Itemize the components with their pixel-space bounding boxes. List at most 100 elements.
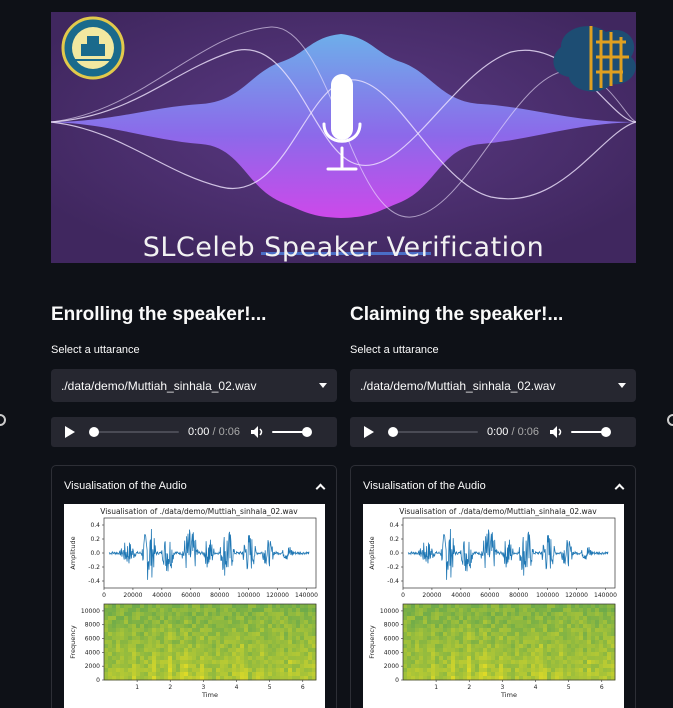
enroll-time-display: 0:00 / 0:06 xyxy=(188,426,240,438)
y-tick-label: 6000 xyxy=(384,636,399,643)
x-tick-label: 0 xyxy=(102,592,106,599)
x-tick-label: 5 xyxy=(268,684,272,691)
enroll-audio-figure: Visualisation of ./data/demo/Muttiah_sin… xyxy=(64,504,325,708)
claim-audio-player: 0:00 / 0:06 xyxy=(350,417,636,447)
y-tick-label: 8000 xyxy=(384,622,399,629)
right-edge-handle[interactable] xyxy=(667,414,673,426)
expander-title: Visualisation of the Audio xyxy=(64,480,187,492)
volume-icon[interactable] xyxy=(250,425,264,439)
x-tick-label: 1 xyxy=(434,684,438,691)
y-tick-label: 2000 xyxy=(384,663,399,670)
waveform-title: Visualisation of ./data/demo/Muttiah_sin… xyxy=(100,507,298,516)
x-tick-label: 6 xyxy=(600,684,604,691)
y-tick-label: -0.4 xyxy=(387,578,399,585)
y-tick-label: 0.0 xyxy=(90,550,100,557)
x-tick-label: 4 xyxy=(534,684,538,691)
time-separator: / xyxy=(508,426,518,438)
x-tick-label: 5 xyxy=(567,684,571,691)
seek-track xyxy=(388,431,478,433)
enroll-selected-file: ./data/demo/Muttiah_sinhala_02.wav xyxy=(61,378,257,393)
x-tick-label: 140000 xyxy=(295,592,318,599)
volume-icon[interactable] xyxy=(549,425,563,439)
x-tick-label: 0 xyxy=(401,592,405,599)
y-tick-label: 10000 xyxy=(380,608,399,615)
y-tick-label: 0.2 xyxy=(90,536,100,543)
volume-knob[interactable] xyxy=(601,427,612,437)
x-tick-label: 120000 xyxy=(565,592,588,599)
y-tick-label: -0.2 xyxy=(88,564,100,571)
x-tick-label: 3 xyxy=(201,684,205,691)
duration: 0:06 xyxy=(218,426,241,438)
waveform-title: Visualisation of ./data/demo/Muttiah_sin… xyxy=(399,507,597,516)
audio-figure-svg: Visualisation of ./data/demo/Muttiah_sin… xyxy=(69,507,318,699)
y-tick-label: 0.4 xyxy=(389,522,399,529)
y-tick-label: 0.4 xyxy=(90,522,100,529)
university-seal-logo xyxy=(61,16,125,80)
y-tick-label: 4000 xyxy=(384,649,399,656)
y-tick-label: 2000 xyxy=(85,663,100,670)
chevron-up-icon xyxy=(614,483,625,493)
duration: 0:06 xyxy=(517,426,540,438)
play-icon[interactable] xyxy=(364,426,374,438)
claim-expander-header[interactable]: Visualisation of the Audio xyxy=(351,466,635,506)
play-icon[interactable] xyxy=(65,426,75,438)
enroll-utterance-select[interactable]: ./data/demo/Muttiah_sinhala_02.wav xyxy=(51,369,337,402)
claim-volume-slider[interactable] xyxy=(571,427,612,437)
y-tick-label: 6000 xyxy=(85,636,100,643)
claim-seek-slider[interactable] xyxy=(388,426,478,438)
x-tick-label: 20000 xyxy=(422,592,441,599)
y-tick-label: 8000 xyxy=(85,622,100,629)
y-tick-label: -0.4 xyxy=(88,578,100,585)
claim-utterance-select[interactable]: ./data/demo/Muttiah_sinhala_02.wav xyxy=(350,369,636,402)
claim-heading: Claiming the speaker!... xyxy=(350,304,564,325)
header-banner: SLCeleb Speaker Verification xyxy=(51,12,636,263)
claim-selected-file: ./data/demo/Muttiah_sinhala_02.wav xyxy=(360,378,556,393)
enroll-column: Enrolling the speaker!... Select a uttar… xyxy=(51,300,337,447)
x-tick-label: 1 xyxy=(135,684,139,691)
current-time: 0:00 xyxy=(188,426,210,438)
audio-figure-svg: Visualisation of ./data/demo/Muttiah_sin… xyxy=(368,507,617,699)
app-root: SLCeleb Speaker Verification Enrolling t… xyxy=(0,0,673,708)
y-tick-label: 10000 xyxy=(81,608,100,615)
volume-knob[interactable] xyxy=(302,427,313,437)
claim-time-display: 0:00 / 0:06 xyxy=(487,426,539,438)
chevron-down-icon xyxy=(618,383,626,388)
seek-track xyxy=(89,431,179,433)
x-tick-label: 6 xyxy=(301,684,305,691)
y-tick-label: 0 xyxy=(96,677,100,684)
y-tick-label: -0.2 xyxy=(387,564,399,571)
enroll-select-label: Select a uttarance xyxy=(51,344,140,356)
spectrogram-ylabel: Frequency xyxy=(368,625,376,659)
enroll-seek-slider[interactable] xyxy=(89,426,179,438)
left-edge-handle[interactable] xyxy=(0,414,6,426)
enroll-audio-player: 0:00 / 0:06 xyxy=(51,417,337,447)
enroll-visualisation-expander: Visualisation of the Audio Visualisation… xyxy=(51,465,337,708)
seek-knob[interactable] xyxy=(89,427,99,437)
enroll-expander-header[interactable]: Visualisation of the Audio xyxy=(52,466,336,506)
spectrogram-xlabel: Time xyxy=(201,691,218,699)
x-tick-label: 60000 xyxy=(181,592,200,599)
waveform-ylabel: Amplitude xyxy=(69,536,77,569)
y-tick-label: 4000 xyxy=(85,649,100,656)
chevron-down-icon xyxy=(319,383,327,388)
claim-audio-figure: Visualisation of ./data/demo/Muttiah_sin… xyxy=(363,504,624,708)
chevron-up-icon xyxy=(315,483,326,493)
banner-title: SLCeleb Speaker Verification xyxy=(142,232,545,263)
x-tick-label: 100000 xyxy=(237,592,260,599)
waveform-ylabel: Amplitude xyxy=(368,536,376,569)
x-tick-label: 120000 xyxy=(266,592,289,599)
x-tick-label: 4 xyxy=(235,684,239,691)
y-tick-label: 0.0 xyxy=(389,550,399,557)
spectrogram-cells xyxy=(403,604,616,681)
x-tick-label: 20000 xyxy=(123,592,142,599)
x-tick-label: 3 xyxy=(500,684,504,691)
x-tick-label: 2 xyxy=(168,684,172,691)
claim-select-label: Select a uttarance xyxy=(350,344,439,356)
enroll-heading: Enrolling the speaker!... xyxy=(51,304,267,325)
spectrogram-cells xyxy=(104,604,317,681)
expander-title: Visualisation of the Audio xyxy=(363,480,486,492)
seek-knob[interactable] xyxy=(388,427,398,437)
enroll-volume-slider[interactable] xyxy=(272,427,313,437)
claim-column: Claiming the speaker!... Select a uttara… xyxy=(350,300,636,447)
x-tick-label: 40000 xyxy=(152,592,171,599)
